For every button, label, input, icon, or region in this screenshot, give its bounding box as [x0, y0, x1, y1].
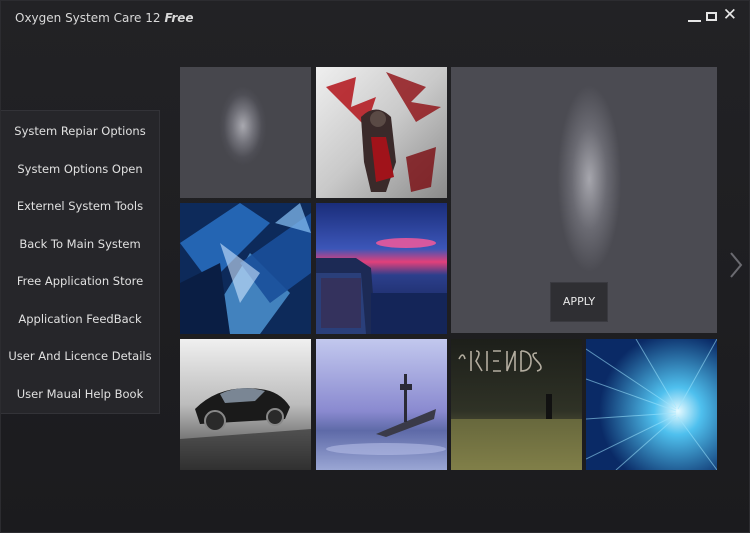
- sports-car-image: [180, 339, 311, 470]
- wallpaper-thumbnail-blurred[interactable]: [180, 67, 311, 198]
- app-title: Oxygen System Care 12: [15, 11, 161, 25]
- sidebar-item-free-application-store[interactable]: Free Application Store: [1, 263, 159, 301]
- minimize-icon[interactable]: [688, 8, 701, 22]
- wallpaper-preview: APPLY: [451, 67, 717, 333]
- my-friends-image: [451, 339, 582, 470]
- chevron-right-icon[interactable]: [729, 251, 743, 279]
- wallpaper-thumbnail-blue-glass[interactable]: [180, 203, 311, 334]
- sidebar-item-system-options-open[interactable]: System Options Open: [1, 151, 159, 189]
- sidebar-item-back-to-main-system[interactable]: Back To Main System: [1, 226, 159, 264]
- coastal-city-image: [316, 203, 447, 334]
- app-window: Oxygen System Care 12 Free ✕ System Repia…: [0, 0, 750, 533]
- wallpaper-thumbnail-coastal-city[interactable]: [316, 203, 447, 334]
- shipwreck-image: [316, 339, 447, 470]
- close-icon[interactable]: ✕: [723, 7, 737, 24]
- sidebar-item-user-licence-details[interactable]: User And Licence Details: [1, 338, 159, 376]
- edition-label: Free: [164, 11, 194, 25]
- wallpaper-thumbnail-shipwreck[interactable]: [316, 339, 447, 470]
- wallpaper-thumbnail-red-warrior[interactable]: [316, 67, 447, 198]
- sidebar-item-user-manual-help-book[interactable]: User Maual Help Book: [1, 376, 159, 414]
- apply-button[interactable]: APPLY: [550, 282, 608, 322]
- wallpaper-thumbnail-binary-tunnel[interactable]: [586, 339, 717, 470]
- blue-glass-image: [180, 203, 311, 334]
- sidebar-item-external-system-tools[interactable]: Externel System Tools: [1, 188, 159, 226]
- sidebar-item-system-repair-options[interactable]: System Repiar Options: [1, 113, 159, 151]
- window-title: Oxygen System Care 12 Free: [15, 11, 194, 25]
- red-warrior-image: [316, 67, 447, 198]
- sidebar-item-application-feedback[interactable]: Application FeedBack: [1, 301, 159, 339]
- binary-tunnel-image: [586, 339, 717, 470]
- sidebar-menu: System Repiar Options System Options Ope…: [1, 110, 160, 414]
- wallpaper-thumbnail-sports-car[interactable]: [180, 339, 311, 470]
- wallpaper-thumbnail-my-friends[interactable]: [451, 339, 582, 470]
- maximize-icon[interactable]: [706, 12, 717, 21]
